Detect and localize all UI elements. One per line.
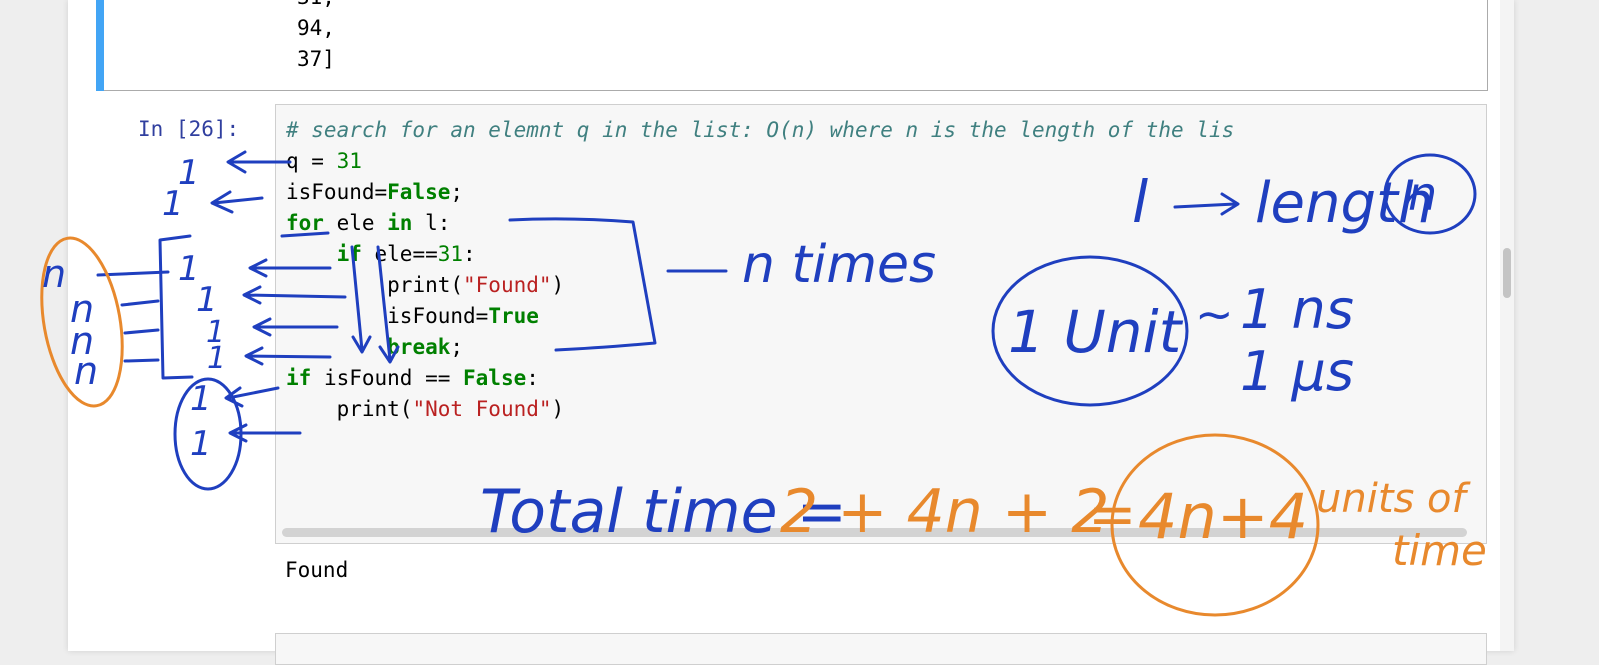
code-line-7: isFound=True <box>286 301 539 332</box>
previous-cell[interactable]: 31, 94, 37] <box>96 0 1488 91</box>
code-token: ele== <box>361 242 438 266</box>
code-token: : <box>463 242 476 266</box>
code-token: l: <box>412 211 451 235</box>
code-token: isFound == <box>311 366 464 390</box>
code-editor[interactable]: # search for an elemnt q in the list: O(… <box>275 104 1487 544</box>
code-token: 31 <box>437 242 464 266</box>
code-token: ; <box>450 335 464 359</box>
vertical-scrollbar[interactable] <box>1500 0 1514 651</box>
code-token: True <box>488 304 539 328</box>
code-comment: # search for an elemnt q in the list: O(… <box>286 118 1235 142</box>
input-prompt: In [26]: <box>138 117 240 141</box>
code-line-5: if ele==31: <box>286 239 476 270</box>
code-line-6: print("Found") <box>286 270 564 301</box>
code-token: False <box>387 180 451 204</box>
horizontal-scrollbar[interactable] <box>282 528 1467 537</box>
code-token: for <box>286 211 324 235</box>
code-line-4: for ele in l: <box>286 208 450 239</box>
code-line-1: # search for an elemnt q in the list: O(… <box>286 115 1234 146</box>
next-code-cell[interactable] <box>275 633 1487 665</box>
code-line-8: break; <box>286 332 463 363</box>
code-token: ) <box>551 273 565 297</box>
cell-output: Found <box>285 558 349 582</box>
code-token: ele <box>323 211 388 235</box>
code-line-10: print("Not Found") <box>286 394 565 425</box>
code-token: ; <box>450 180 464 204</box>
code-token: print( <box>336 397 413 421</box>
code-token: q = <box>286 149 337 173</box>
code-token: isFound= <box>286 180 388 204</box>
code-token: "Not Found" <box>412 397 552 421</box>
previous-output: 31, 94, 37] <box>297 0 335 75</box>
code-token: if <box>286 366 312 390</box>
output-line: 94, <box>297 16 335 40</box>
code-token: break <box>387 335 451 359</box>
cell-selection-bar <box>96 0 104 91</box>
code-token: False <box>463 366 527 390</box>
scrollbar-thumb[interactable] <box>1503 248 1511 298</box>
code-token: if <box>336 242 362 266</box>
code-token: ) <box>551 397 565 421</box>
n-mark: n <box>42 252 66 296</box>
output-line: 37] <box>297 47 335 71</box>
code-token: 31 <box>336 149 362 173</box>
code-token: in <box>387 211 413 235</box>
code-token: isFound= <box>387 304 489 328</box>
output-line: 31, <box>297 0 335 9</box>
code-token: "Found" <box>463 273 552 297</box>
code-line-2: q = 31 <box>286 146 362 177</box>
code-token: print( <box>387 273 464 297</box>
code-token: : <box>526 366 539 390</box>
code-line-9: if isFound == False: <box>286 363 539 394</box>
code-line-3: isFound=False; <box>286 177 463 208</box>
